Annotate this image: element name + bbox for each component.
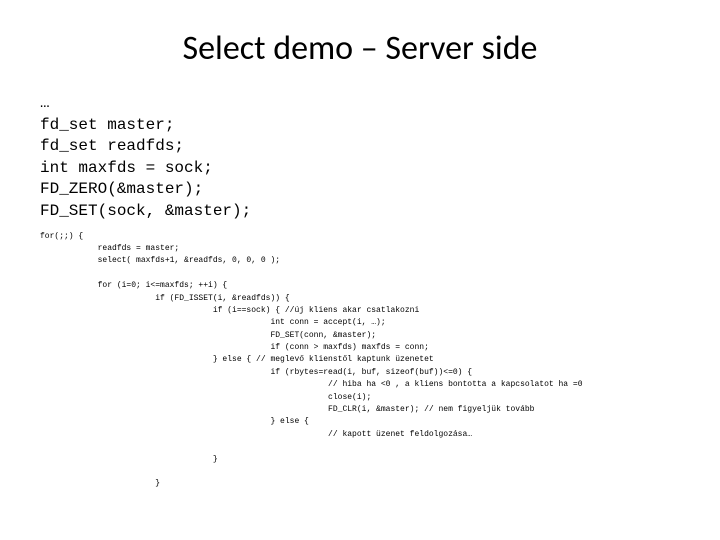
slide-title: Select demo – Server side [40,28,680,69]
code-block-large: … fd_set master; fd_set readfds; int max… [40,93,680,223]
code-block-small: for(;;) { readfds = master; select( maxf… [40,231,680,491]
slide: Select demo – Server side … fd_set maste… [0,0,720,540]
